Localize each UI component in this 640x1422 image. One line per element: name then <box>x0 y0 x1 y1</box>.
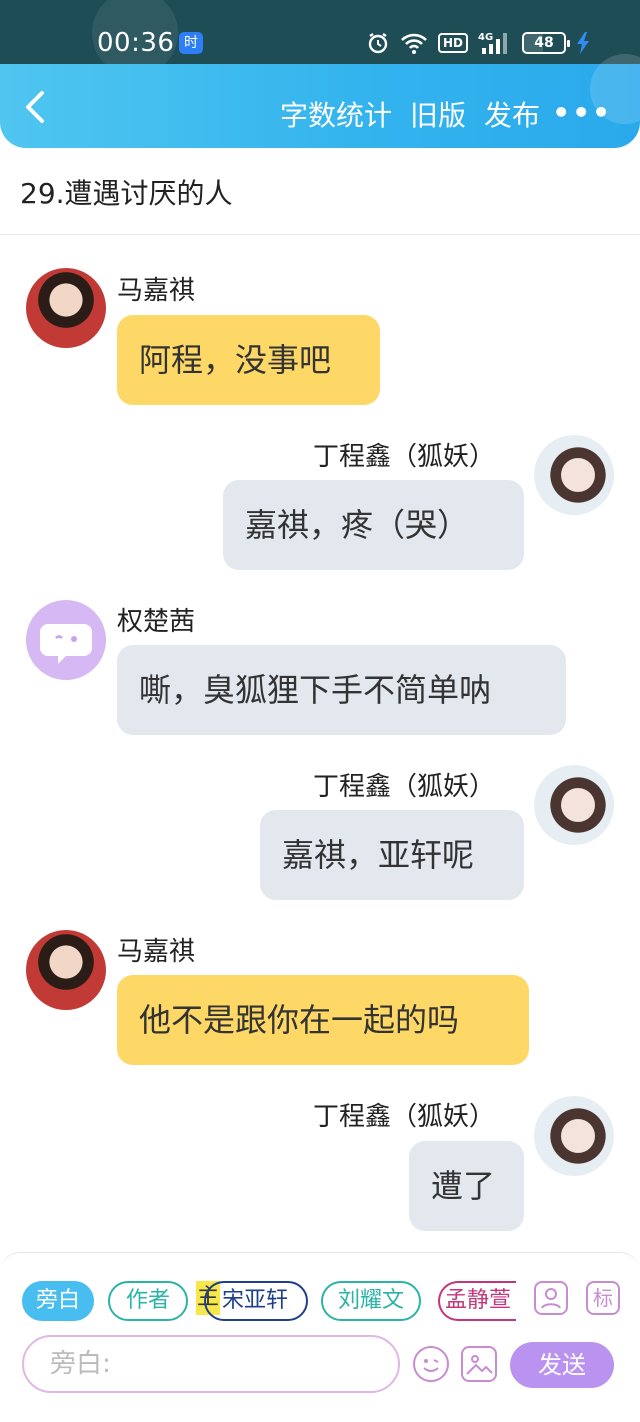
send-button[interactable]: 发送 <box>510 1342 614 1388</box>
battery-indicator: 48 <box>522 32 570 54</box>
header-actions: 字数统计 旧版 发布 <box>280 94 540 134</box>
speaker-name: 权楚茜 <box>117 607 196 637</box>
battery-fill <box>524 34 544 52</box>
chat-bubble-avatar-icon[interactable] <box>26 600 106 680</box>
battery-cap <box>567 40 570 47</box>
speaker-name: 丁程鑫（狐妖） <box>313 1102 496 1132</box>
editor-header: 字数统计 旧版 发布 ••• <box>0 54 640 148</box>
hd-icon: HD <box>437 33 468 53</box>
role-chip-meng-jingxuan[interactable]: 孟静萱 <box>438 1281 516 1321</box>
status-icons: HD 4G 48 <box>366 30 590 56</box>
status-time: 00:36 <box>97 28 175 58</box>
svg-text:4G: 4G <box>478 32 493 43</box>
avatar-ma-jiaqi[interactable] <box>26 930 106 1010</box>
mark-tool-button[interactable]: 标 <box>586 1281 620 1315</box>
role-chip-song-yaxuan[interactable]: 宋亚轩 <box>204 1281 308 1321</box>
divider <box>0 234 640 235</box>
role-chip-narration[interactable]: 旁白 <box>22 1281 94 1321</box>
speaker-name: 丁程鑫（狐妖） <box>313 772 496 802</box>
charging-bolt-icon <box>577 32 589 54</box>
avatar-ding-chengxin[interactable] <box>534 765 614 845</box>
message-bubble[interactable]: 嘶，臭狐狸下手不简单呐 <box>117 645 566 735</box>
role-chip-liu-yaowen[interactable]: 刘耀文 <box>321 1281 421 1321</box>
avatar-ding-chengxin[interactable] <box>534 435 614 515</box>
message-bubble[interactable]: 嘉祺，疼（哭） <box>223 480 524 570</box>
word-count-button[interactable]: 字数统计 <box>280 94 392 134</box>
message-bubble[interactable]: 遭了 <box>409 1141 524 1231</box>
publish-button[interactable]: 发布 <box>484 94 540 134</box>
avatar-ding-chengxin[interactable] <box>534 1096 614 1176</box>
status-bar: 00:36 时 HD 4G 48 <box>0 0 640 76</box>
app-badge: 时 <box>179 32 203 54</box>
composer-panel: 旁白 作者 主 宋亚轩 刘耀文 孟静萱 标 旁白: 发送 <box>0 1252 640 1422</box>
avatar-ma-jiaqi[interactable] <box>26 268 106 348</box>
alarm-icon <box>368 33 388 54</box>
message-bubble[interactable]: 阿程，没事吧 <box>117 315 380 405</box>
speaker-name: 马嘉祺 <box>117 276 196 306</box>
avatar-select-icon[interactable] <box>534 1281 568 1315</box>
role-selector: 旁白 作者 主 宋亚轩 刘耀文 孟静萱 标 <box>22 1281 640 1321</box>
role-chip-author[interactable]: 作者 <box>108 1281 188 1321</box>
message-bubble[interactable]: 他不是跟你在一起的吗 <box>117 975 529 1065</box>
back-arrow-icon[interactable] <box>20 90 50 124</box>
more-icon[interactable]: ••• <box>552 96 612 129</box>
speaker-name: 丁程鑫（狐妖） <box>313 442 496 472</box>
wifi-icon <box>401 33 427 54</box>
message-bubble[interactable]: 嘉祺，亚轩呢 <box>260 810 524 900</box>
emoji-icon[interactable] <box>413 1346 449 1382</box>
image-icon[interactable] <box>461 1346 497 1382</box>
signal-4g-icon: 4G <box>478 32 507 54</box>
narration-input[interactable]: 旁白: <box>22 1335 400 1393</box>
speaker-name: 马嘉祺 <box>117 937 196 967</box>
old-version-button[interactable]: 旧版 <box>410 94 466 134</box>
chapter-title: 29.遭遇讨厌的人 <box>20 177 233 210</box>
